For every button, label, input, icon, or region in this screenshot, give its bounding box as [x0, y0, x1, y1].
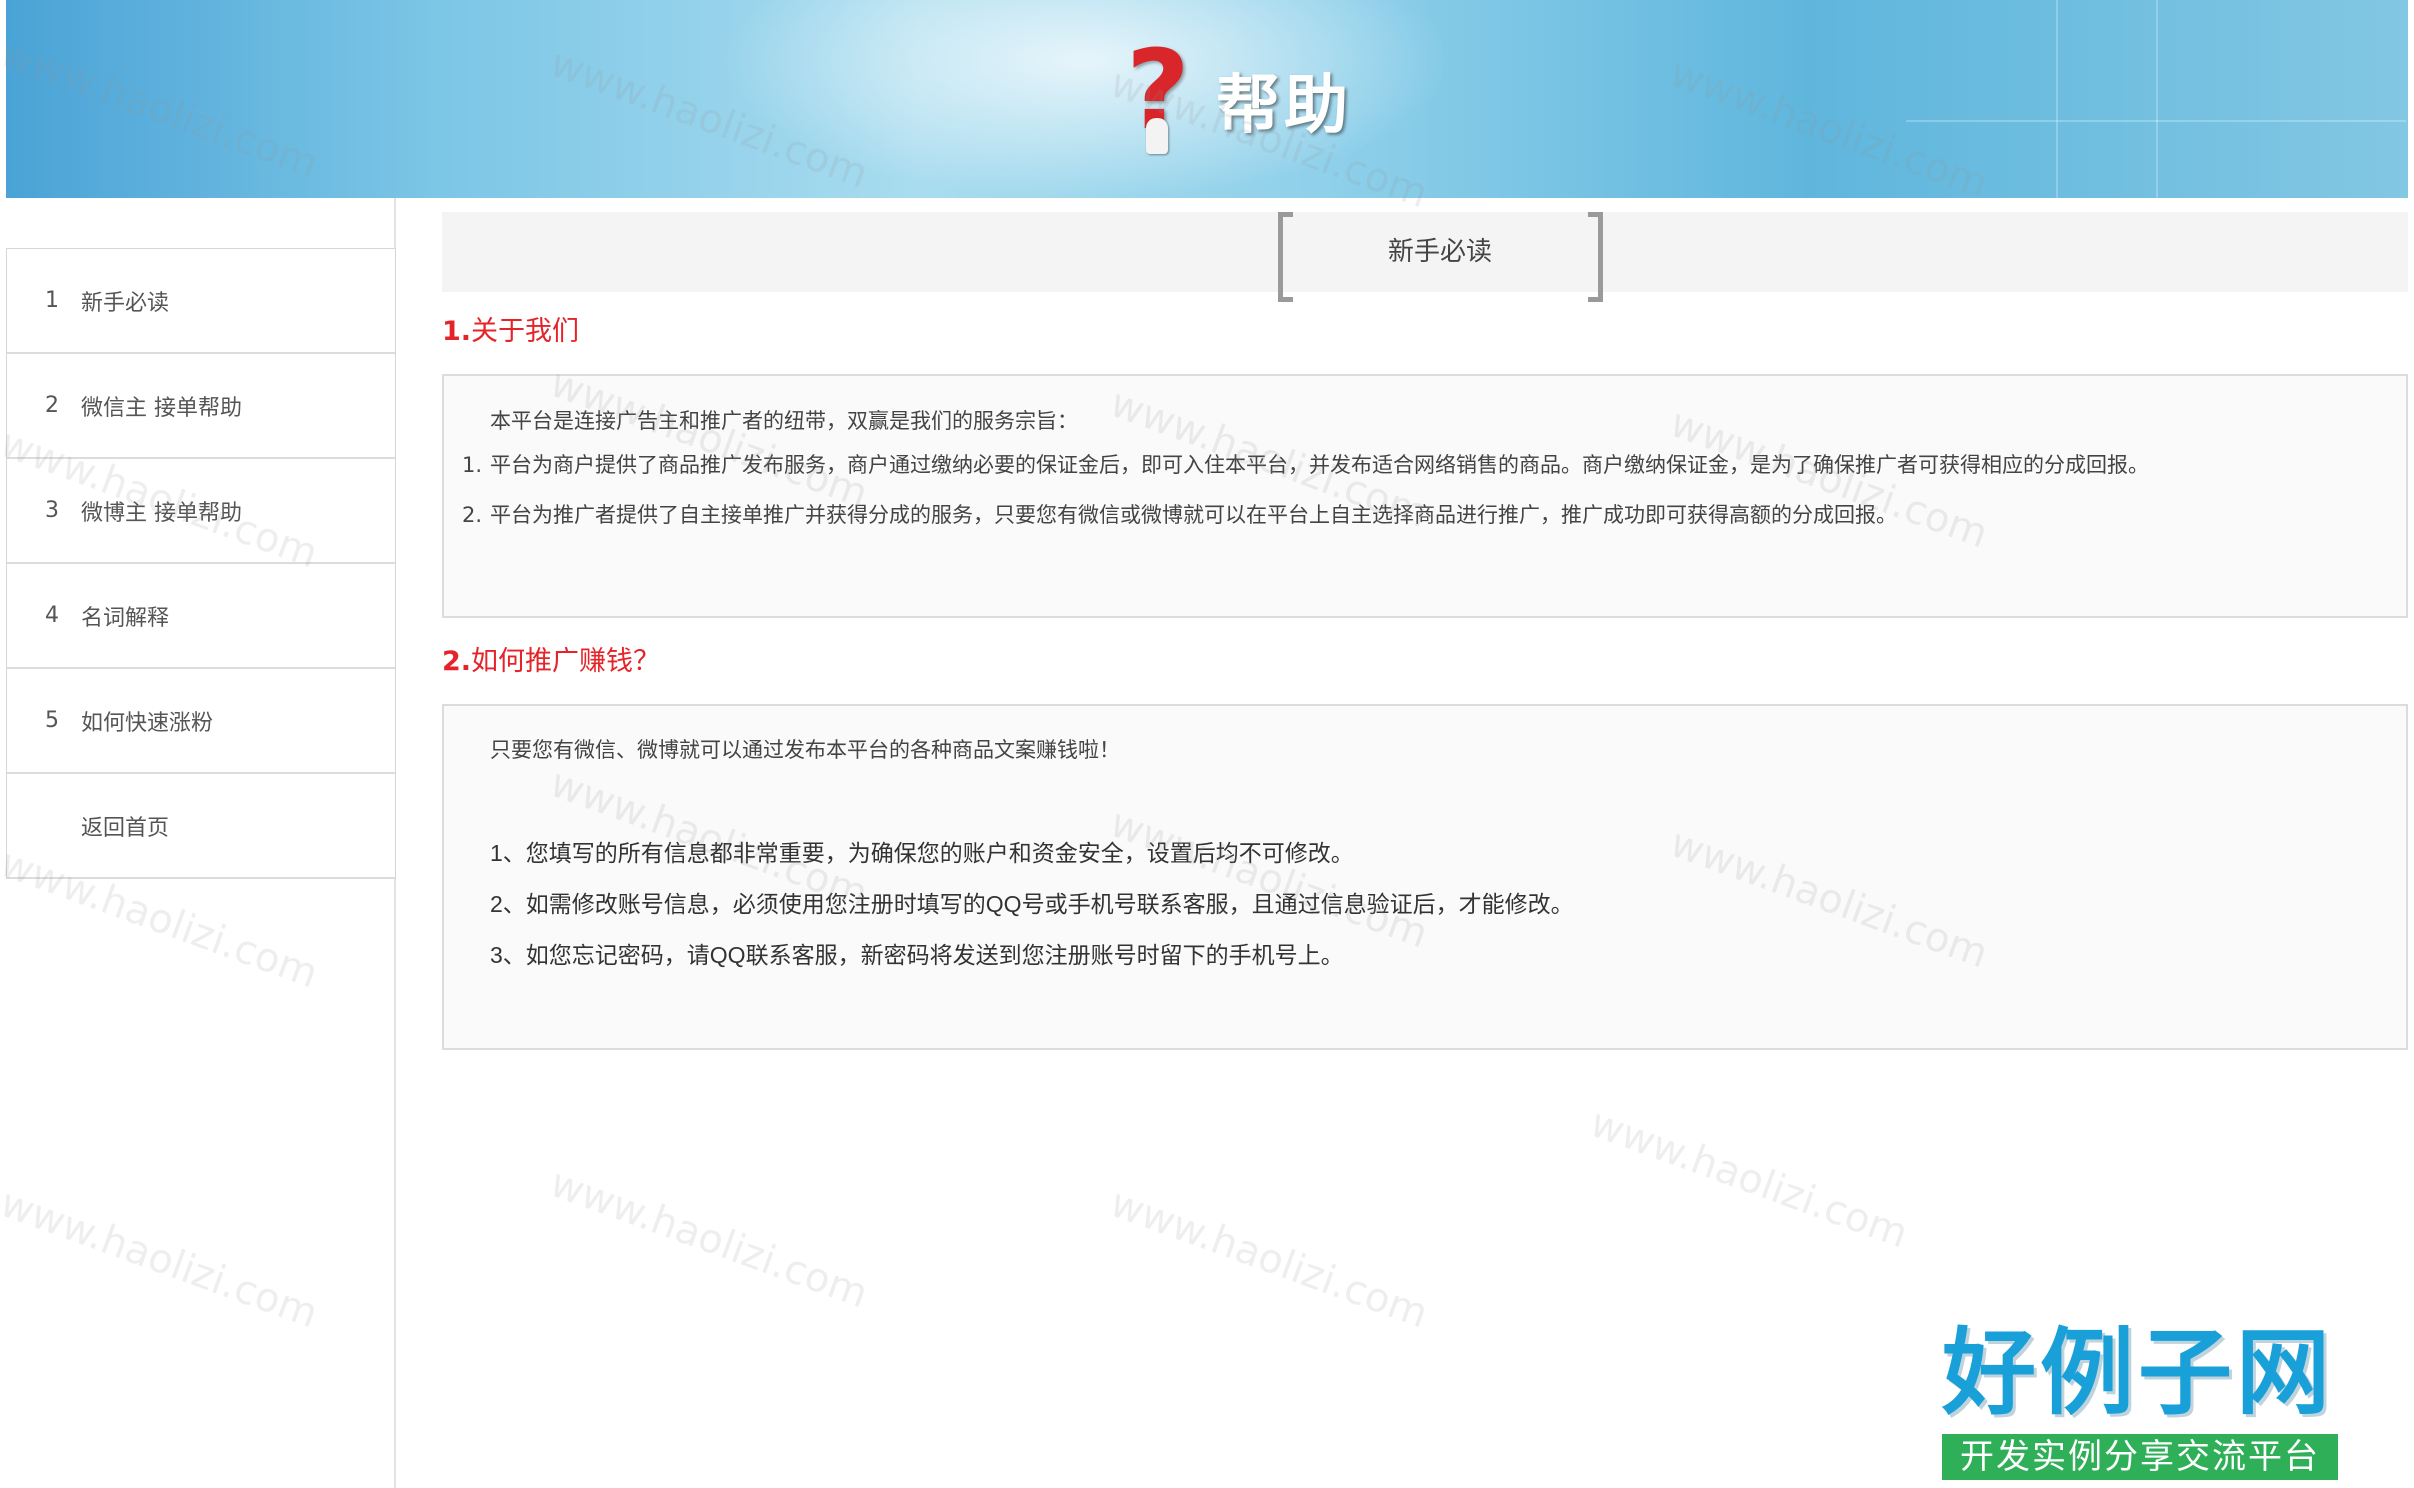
list-item-text: 平台为推广者提供了自主接单推广并获得分成的服务，只要您有微信或微博就可以在平台上…: [490, 503, 1897, 527]
sidebar-item-number: 2: [45, 393, 59, 418]
list-item: 1. 平台为商户提供了商品推广发布服务，商户通过缴纳必要的保证金后，即可入住本平…: [462, 440, 2360, 490]
answer-intro: 只要您有微信、微博就可以通过发布本平台的各种商品文案赚钱啦！: [490, 738, 1120, 762]
brand-name: 好例子网: [1942, 1319, 2335, 1428]
sidebar-item-grow-followers[interactable]: 5 如何快速涨粉: [7, 669, 395, 774]
bracket-left-decoration: [1278, 212, 1293, 302]
note-item: 3、如您忘记密码，请QQ联系客服，新密码将发送到您注册账号时留下的手机号上。: [490, 942, 1344, 968]
watermark-text: www.haolizi.com: [1584, 1100, 1914, 1258]
watermark-text: www.haolizi.com: [544, 1160, 874, 1318]
answer-intro: 本平台是连接广告主和推广者的纽带，双赢是我们的服务宗旨：: [490, 409, 1078, 433]
question-heading-about: 1.关于我们: [442, 312, 2408, 352]
sidebar-item-wechat-help[interactable]: 2 微信主 接单帮助: [7, 354, 395, 459]
sidebar-item-back-home[interactable]: 返回首页: [7, 774, 395, 879]
sidebar-nav: 1 新手必读 2 微信主 接单帮助 3 微博主 接单帮助 4 名词解释 5 如何…: [6, 248, 396, 879]
bracket-right-decoration: [1588, 212, 1603, 302]
list-item-text: 平台为商户提供了商品推广发布服务，商户通过缴纳必要的保证金后，即可入住本平台，并…: [490, 453, 2149, 477]
answer-box-about: 本平台是连接广告主和推广者的纽带，双赢是我们的服务宗旨： 1. 平台为商户提供了…: [442, 374, 2408, 618]
note-item: 2、如需修改账号信息，必须使用您注册时填写的QQ号或手机号联系客服，且通过信息验…: [490, 891, 1574, 917]
sidebar-item-label: 名词解释: [81, 605, 170, 631]
question-title: 如何推广赚钱？: [471, 646, 661, 677]
question-mark-icon: ?: [1126, 26, 1190, 154]
header-banner: ? 帮助: [6, 0, 2408, 198]
sidebar-item-weibo-help[interactable]: 3 微博主 接单帮助: [7, 459, 395, 564]
question-title: 关于我们: [471, 316, 580, 347]
sidebar-item-label: 微博主 接单帮助: [81, 500, 242, 526]
sidebar-item-label: 微信主 接单帮助: [81, 395, 242, 421]
sidebar-item-label: 返回首页: [81, 815, 170, 841]
sidebar-item-newbie-guide[interactable]: 1 新手必读: [7, 249, 395, 354]
answer-box-earn: 只要您有微信、微博就可以通过发布本平台的各种商品文案赚钱啦！ 1、您填写的所有信…: [442, 704, 2408, 1050]
banner-decoration: [2156, 0, 2158, 198]
list-item: 2. 平台为推广者提供了自主接单推广并获得分成的服务，只要您有微信或微博就可以在…: [462, 490, 2360, 540]
list-item-index: 2.: [462, 503, 483, 527]
brand-slogan: 开发实例分享交流平台: [1942, 1434, 2338, 1480]
sidebar-item-number: 3: [45, 498, 59, 523]
sidebar-item-number: 4: [45, 603, 59, 628]
note-item: 1、您填写的所有信息都非常重要，为确保您的账户和资金安全，设置后均不可修改。: [490, 840, 1354, 866]
brand-logo: 好例子网 开发实例分享交流平台: [1942, 1318, 2338, 1480]
question-number: 1.: [442, 316, 472, 347]
section-title: 新手必读: [1387, 237, 1492, 267]
watermark-text: www.haolizi.com: [0, 1180, 324, 1338]
banner-decoration: [2056, 0, 2058, 198]
sidebar-item-number: 5: [45, 708, 59, 733]
main-content: 新手必读 1.关于我们 本平台是连接广告主和推广者的纽带，双赢是我们的服务宗旨：…: [442, 212, 2408, 1050]
question-number: 2.: [442, 646, 472, 677]
section-header: 新手必读: [442, 212, 2408, 302]
sidebar-item-label: 新手必读: [81, 290, 170, 316]
sidebar-item-label: 如何快速涨粉: [81, 710, 214, 736]
sidebar-item-glossary[interactable]: 4 名词解释: [7, 564, 395, 669]
list-item-index: 1.: [462, 453, 483, 477]
question-heading-earn: 2.如何推广赚钱？: [442, 642, 2408, 682]
page-title: 帮助: [1216, 69, 1352, 143]
sidebar-item-number: 1: [45, 288, 59, 313]
banner-decoration: [1906, 120, 2406, 122]
watermark-text: www.haolizi.com: [1104, 1180, 1434, 1338]
banner-title-group: ? 帮助: [1126, 26, 1352, 160]
